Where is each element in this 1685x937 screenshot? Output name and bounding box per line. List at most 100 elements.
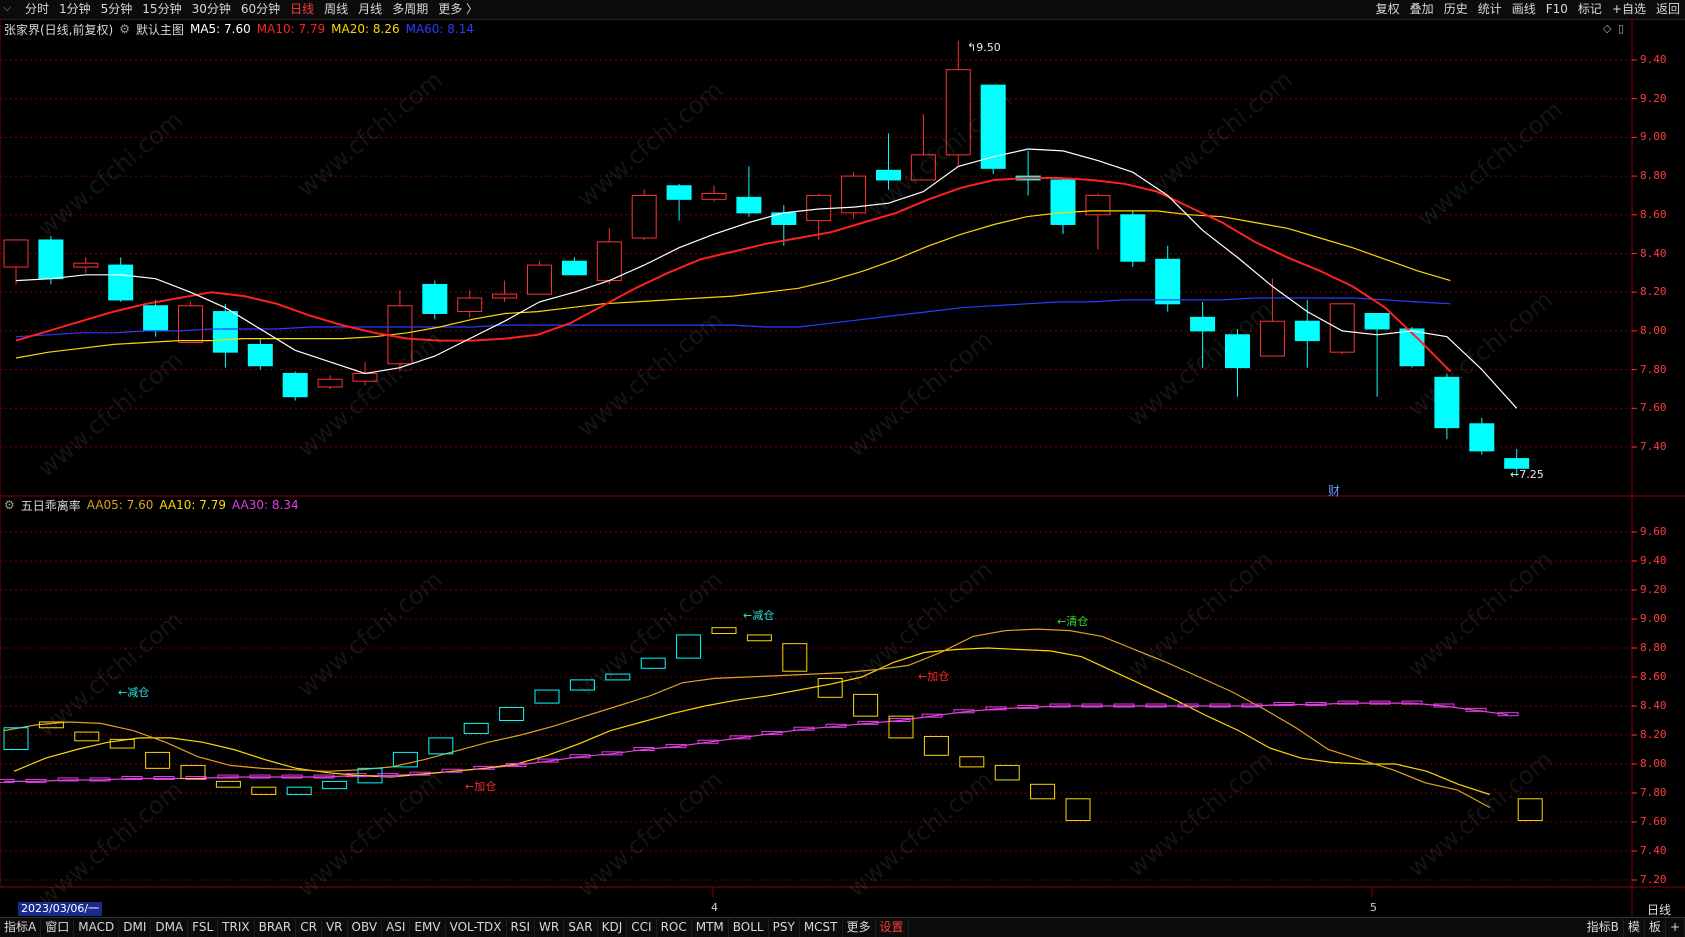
indicator-tab-6[interactable]: TRIX bbox=[218, 918, 255, 937]
indicator-tab-7[interactable]: BRAR bbox=[255, 918, 297, 937]
indicator-tab-0[interactable]: 指标A bbox=[0, 918, 42, 937]
sub-settings-icon[interactable]: ⚙ bbox=[4, 498, 15, 512]
indicator-tab-17[interactable]: KDJ bbox=[598, 918, 628, 937]
indicator-tab-9[interactable]: VR bbox=[322, 918, 348, 937]
candle-body bbox=[876, 169, 901, 181]
indicator-tab-3[interactable]: DMI bbox=[119, 918, 152, 937]
indicator-tab-4[interactable]: DMA bbox=[151, 918, 189, 937]
candle-body bbox=[38, 239, 64, 280]
candle-body bbox=[945, 69, 971, 156]
indicator-tab-8[interactable]: CR bbox=[296, 918, 322, 937]
candle-body bbox=[561, 260, 587, 276]
sub-y-label: 7.60 bbox=[1640, 815, 1667, 828]
indicator-tab-1[interactable]: 窗口 bbox=[41, 918, 75, 937]
sub-y-label: 8.40 bbox=[1640, 699, 1667, 712]
main-y-label: 7.60 bbox=[1640, 401, 1667, 415]
sub-indicator-name[interactable]: 五日乖离率 bbox=[21, 497, 81, 514]
sub-signal-box bbox=[853, 693, 879, 717]
diamond-icon[interactable]: ◇ bbox=[1603, 22, 1611, 35]
sub-signal-box bbox=[74, 731, 100, 742]
month-marker-4: 4 bbox=[711, 901, 718, 914]
candle-body bbox=[143, 305, 169, 332]
candle-body bbox=[457, 297, 483, 313]
candle-body bbox=[1259, 320, 1285, 357]
aa-indicator-2: AA30: 8.34 bbox=[232, 498, 299, 512]
indicator-tab-14[interactable]: RSI bbox=[507, 918, 536, 937]
low-value: 7.25 bbox=[1519, 468, 1544, 481]
aa05-line bbox=[3, 628, 1491, 809]
aa-indicator-0: AA05: 7.60 bbox=[86, 498, 154, 512]
low-price-marker: ←7.25 bbox=[1510, 468, 1544, 481]
candle-body bbox=[910, 154, 936, 181]
indicator-tab-2[interactable]: MACD bbox=[74, 918, 120, 937]
settings-icon[interactable]: ⚙ bbox=[119, 22, 130, 36]
candle-body bbox=[212, 311, 238, 353]
indicator-tab-5[interactable]: FSL bbox=[188, 918, 219, 937]
sub-signal-box bbox=[1030, 783, 1056, 800]
month-marker-5: 5 bbox=[1370, 901, 1377, 914]
main-y-label: 9.40 bbox=[1640, 53, 1667, 66]
high-arrow-icon: ↰ bbox=[967, 41, 977, 54]
bottom-tool-2[interactable]: 板 bbox=[1645, 918, 1666, 937]
ma-indicator-0: MA5: 7.60 bbox=[189, 22, 251, 36]
period-label: 日线 bbox=[1647, 903, 1672, 917]
indicator-tab-22[interactable]: PSY bbox=[769, 918, 800, 937]
sub-signal-box bbox=[746, 634, 772, 642]
candle-body bbox=[1190, 316, 1216, 332]
sub-signal-box bbox=[1517, 798, 1543, 822]
sub-y-label: 8.60 bbox=[1640, 670, 1667, 683]
signal-add-1: ←加仓 bbox=[465, 780, 497, 793]
bottom-tool-1[interactable]: 模 bbox=[1624, 918, 1645, 937]
signal-add-2: ←加仓 bbox=[918, 670, 950, 683]
stock-title[interactable]: 张家界(日线,前复权) bbox=[4, 21, 113, 38]
sub-info-bar: ⚙ 五日乖离率 AA05: 7.60 AA10: 7.79 AA30: 8.34 bbox=[4, 497, 311, 513]
indicator-tab-20[interactable]: MTM bbox=[692, 918, 729, 937]
sub-y-label: 7.40 bbox=[1640, 844, 1667, 857]
sub-signal-box bbox=[640, 657, 666, 669]
square-icon[interactable]: ▯ bbox=[1618, 22, 1624, 35]
sub-signal-box bbox=[711, 627, 737, 635]
template-name[interactable]: 默认主图 bbox=[136, 21, 184, 38]
sub-signal-box bbox=[994, 764, 1020, 781]
sub-signal-box bbox=[3, 727, 29, 750]
indicator-tab-23[interactable]: MCST bbox=[800, 918, 843, 937]
candlestick-chart[interactable] bbox=[0, 0, 1685, 917]
indicator-tab-18[interactable]: CCI bbox=[627, 918, 657, 937]
bottom-tool-3[interactable]: + bbox=[1666, 918, 1685, 937]
sub-signal-box bbox=[959, 756, 985, 768]
finance-marker[interactable]: 财 bbox=[1328, 482, 1340, 499]
ma-indicator-1: MA10: 7.79 bbox=[256, 22, 326, 36]
candle-body bbox=[247, 343, 273, 367]
candle-body bbox=[980, 84, 1006, 169]
candle-body bbox=[1225, 334, 1250, 369]
indicator-tab-11[interactable]: ASI bbox=[382, 918, 411, 937]
signal-clear: ←清仓 bbox=[1057, 615, 1089, 628]
main-y-label: 9.00 bbox=[1640, 130, 1667, 144]
indicator-tab-21[interactable]: BOLL bbox=[729, 918, 769, 937]
indicator-tab-13[interactable]: VOL-TDX bbox=[446, 918, 507, 937]
candle-body bbox=[352, 372, 378, 382]
indicator-tab-10[interactable]: OBV bbox=[348, 918, 383, 937]
sub-signal-box bbox=[215, 780, 241, 788]
high-value: 9.50 bbox=[976, 41, 1001, 54]
candle-body bbox=[282, 372, 308, 398]
indicator-tabs: 指标A 窗口 MACD DMI DMA FSL TRIX BRAR CR VR OBV ASI EMV V… bbox=[0, 918, 909, 937]
main-y-label: 8.20 bbox=[1640, 285, 1667, 299]
bottom-indicator-bar: 指标A 窗口 MACD DMI DMA FSL TRIX BRAR CR VR OBV ASI EMV V… bbox=[0, 917, 1685, 937]
indicator-tab-15[interactable]: WR bbox=[535, 918, 565, 937]
ma-indicator-3: MA60: 8.14 bbox=[405, 22, 475, 36]
indicator-tab-25[interactable]: 设置 bbox=[876, 918, 909, 937]
indicator-tab-19[interactable]: ROC bbox=[657, 918, 692, 937]
candle-body bbox=[596, 241, 622, 282]
candle-body bbox=[3, 239, 29, 268]
sub-y-label: 9.40 bbox=[1640, 554, 1667, 567]
candle-body bbox=[1155, 258, 1181, 305]
indicator-tab-16[interactable]: SAR bbox=[564, 918, 598, 937]
indicator-tab-12[interactable]: EMV bbox=[410, 918, 446, 937]
main-y-label: 8.00 bbox=[1640, 323, 1667, 337]
bottom-tool-0[interactable]: 指标B bbox=[1583, 918, 1624, 937]
candle-body bbox=[1294, 320, 1320, 342]
candle-body bbox=[492, 293, 518, 299]
aa10-line bbox=[13, 647, 1490, 796]
indicator-tab-24[interactable]: 更多 bbox=[843, 918, 876, 937]
